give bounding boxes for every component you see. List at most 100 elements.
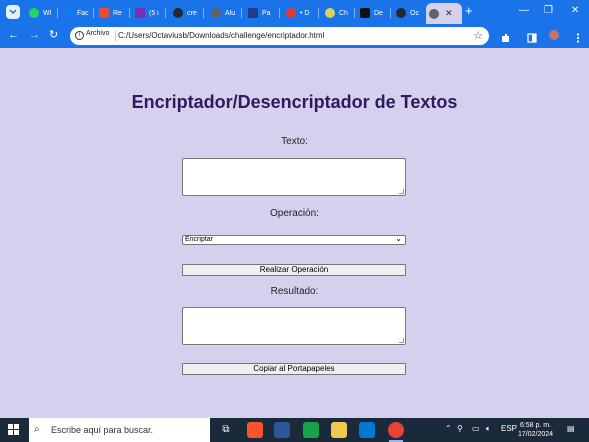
tab-separator [203, 8, 204, 18]
tab-separator [129, 8, 130, 18]
file-chip[interactable]: Archivo [86, 30, 109, 37]
pinwheel-icon [99, 8, 109, 18]
github-icon [396, 8, 406, 18]
page-content: Encriptador/Desencriptador de Textos Tex… [0, 48, 589, 418]
mail-icon [135, 8, 145, 18]
tab-label: Ch [339, 9, 348, 17]
tab-alura[interactable]: Alu [208, 4, 237, 22]
tab-separator [279, 8, 280, 18]
tab-label: De [374, 9, 383, 17]
restore-icon[interactable]: ❐ [544, 5, 553, 16]
tray-chevron-icon[interactable]: ⌃ [445, 424, 452, 433]
resize-grip-icon[interactable] [399, 189, 404, 194]
operation-selected-value: Encriptar [185, 236, 214, 243]
notifications-icon[interactable]: ▤ [567, 424, 575, 433]
brave-icon[interactable] [247, 422, 263, 438]
chevron-down-icon: ⌄ [395, 234, 402, 243]
phone-link-icon[interactable] [303, 422, 319, 438]
tab-active-encriptador[interactable]: ✕ [426, 3, 462, 24]
chrome-icon[interactable] [388, 422, 404, 438]
result-output[interactable] [182, 307, 406, 345]
tab-label: WI [43, 9, 52, 17]
taskbar-search-box[interactable]: ⌕ Escribe aquí para buscar. [29, 418, 210, 442]
tab-github-oc[interactable]: Oc [393, 4, 422, 22]
result-label: Resultado: [270, 286, 319, 297]
close-window-icon[interactable]: ✕ [571, 5, 579, 16]
back-icon[interactable]: ← [8, 29, 19, 41]
bookmark-star-icon[interactable]: ☆ [473, 29, 483, 42]
operation-label: Operación: [270, 208, 319, 219]
alura-icon [248, 8, 258, 18]
monitor-icon[interactable]: ▭ [472, 424, 480, 433]
search-placeholder: Escribe aquí para buscar. [51, 425, 154, 435]
globe-icon [211, 8, 221, 18]
minimize-icon[interactable]: — [519, 5, 529, 16]
chatgpt-icon [325, 8, 335, 18]
operation-select[interactable]: Encriptar ⌄ [182, 235, 406, 245]
vscode-icon[interactable] [359, 422, 375, 438]
system-clock[interactable]: 6:58 p. m. 17/02/2024 [518, 421, 553, 439]
extensions-icon[interactable] [500, 30, 510, 42]
profile-avatar[interactable] [549, 30, 559, 40]
clock-time: 6:58 p. m. [519, 422, 552, 429]
text-label: Texto: [281, 136, 308, 147]
tab-label: • D [300, 9, 310, 17]
facebook-icon [63, 8, 73, 18]
tab-recording[interactable]: • D [283, 4, 316, 22]
tab-separator [354, 8, 355, 18]
tab-separator [241, 8, 242, 18]
tab-de[interactable]: De [357, 4, 386, 22]
close-tab-icon[interactable]: ✕ [445, 8, 453, 19]
tab-github-cre[interactable]: cre [170, 4, 199, 22]
tab-mail[interactable]: (5 i [132, 4, 161, 22]
resize-grip-icon[interactable] [399, 338, 404, 343]
text-input[interactable] [182, 158, 406, 196]
volume-icon[interactable]: 🔈︎ [486, 424, 491, 434]
tab-label: (5 i [149, 9, 159, 17]
tab-separator [93, 8, 94, 18]
tab-separator [390, 8, 391, 18]
tab-pa[interactable]: Pa [245, 4, 274, 22]
side-panel-icon[interactable] [527, 30, 537, 43]
menu-icon[interactable] [573, 30, 583, 43]
tab-label: Pa [262, 9, 271, 17]
tab-label: Re [113, 9, 122, 17]
tab-separator [318, 8, 319, 18]
tab-label: Oc [410, 9, 419, 17]
search-icon: ⌕ [34, 424, 40, 435]
info-icon[interactable]: i [75, 31, 84, 40]
tab-whatsapp[interactable]: WI [26, 4, 55, 22]
url-text[interactable]: C:/Users/Octaviusb/Downloads/challenge/e… [118, 31, 324, 40]
reload-icon[interactable]: ↻ [49, 29, 58, 41]
tab-search-button[interactable] [6, 5, 20, 19]
tab-facebook[interactable]: Fac [60, 4, 89, 22]
network-icon[interactable]: ⚲ [457, 424, 463, 433]
tab-label: Fac [77, 9, 89, 17]
record-icon [286, 8, 296, 18]
new-tab-button[interactable]: + [465, 4, 473, 18]
globe-icon [429, 8, 439, 19]
copy-clipboard-button[interactable]: Copiar al Portapapeles [182, 363, 406, 375]
divider [115, 31, 116, 41]
tab-strip: WI Fac Re (5 i cre Alu Pa • D Ch De Oc ✕… [0, 0, 589, 24]
tab-separator [165, 8, 166, 18]
forward-icon[interactable]: → [29, 29, 40, 41]
file-explorer-icon[interactable] [331, 422, 347, 438]
windows-start-icon[interactable] [8, 424, 20, 436]
tab-re[interactable]: Re [96, 4, 125, 22]
clock-date: 17/02/2024 [518, 431, 554, 438]
browser-toolbar: ← → ↻ i Archivo C:/Users/Octaviusb/Downl… [0, 24, 589, 48]
github-icon [173, 8, 183, 18]
page-title: Encriptador/Desencriptador de Textos [131, 92, 458, 112]
word-icon[interactable] [274, 422, 290, 438]
chevron-down-icon [9, 9, 17, 15]
tab-label: cre [187, 9, 197, 17]
run-operation-button[interactable]: Realizar Operación [182, 264, 406, 276]
tab-chatgpt[interactable]: Ch [322, 4, 351, 22]
tab-label: Alu [225, 9, 236, 17]
tab-separator [57, 8, 58, 18]
a-logo-icon [360, 8, 370, 18]
language-indicator[interactable]: ESP [501, 424, 517, 433]
address-bar[interactable]: i Archivo C:/Users/Octaviusb/Downloads/c… [70, 27, 489, 45]
task-view-icon[interactable]: ⧉ [218, 422, 234, 438]
